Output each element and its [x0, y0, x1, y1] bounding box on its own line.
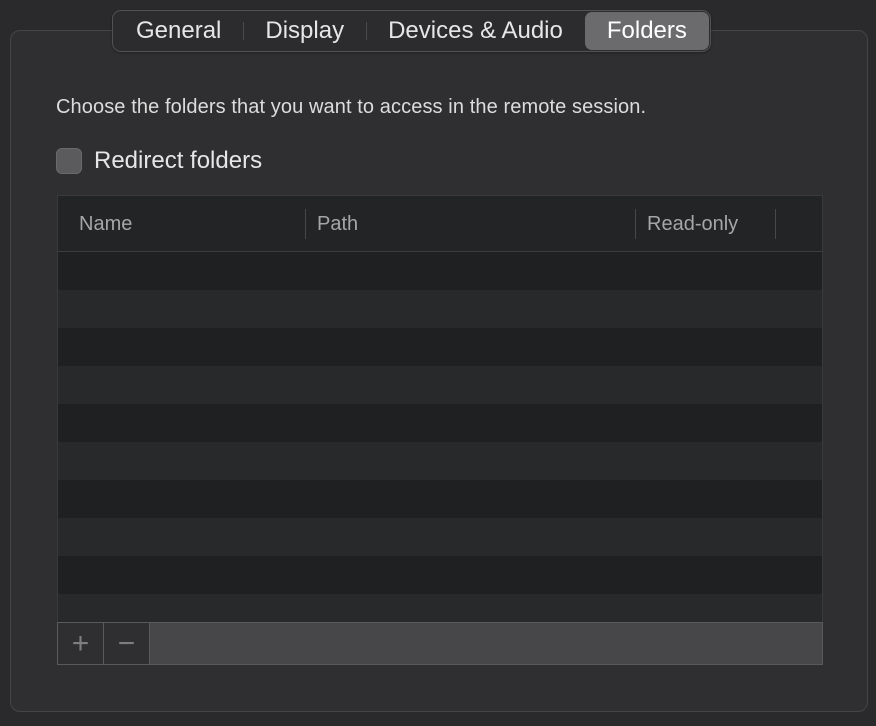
table-row[interactable]: [58, 556, 822, 594]
column-divider[interactable]: [775, 209, 776, 239]
redirect-folders-label[interactable]: Redirect folders: [94, 147, 262, 175]
tab-general[interactable]: General: [114, 12, 243, 50]
table-row[interactable]: [58, 518, 822, 556]
tab-bar: General Display Devices & Audio Folders: [112, 10, 711, 52]
folders-description: Choose the folders that you want to acce…: [56, 96, 647, 118]
table-row[interactable]: [58, 404, 822, 442]
table-row[interactable]: [58, 480, 822, 518]
redirect-folders-checkbox[interactable]: [56, 148, 82, 174]
tab-devices-audio[interactable]: Devices & Audio: [366, 12, 585, 50]
table-footer-bar: + −: [57, 622, 823, 665]
table-rows: [58, 252, 822, 622]
footer-spacer: [150, 623, 822, 664]
column-header-read-only[interactable]: Read-only: [647, 196, 738, 252]
table-header: Name Path Read-only: [58, 196, 822, 252]
folders-table: Name Path Read-only: [57, 195, 823, 623]
table-row[interactable]: [58, 442, 822, 480]
table-row[interactable]: [58, 366, 822, 404]
column-divider[interactable]: [305, 209, 306, 239]
remove-folder-button[interactable]: −: [104, 623, 150, 664]
redirect-folders-option[interactable]: Redirect folders: [56, 147, 262, 175]
table-row[interactable]: [58, 594, 822, 622]
table-row[interactable]: [58, 328, 822, 366]
column-divider[interactable]: [635, 209, 636, 239]
table-row[interactable]: [58, 290, 822, 328]
add-folder-button[interactable]: +: [58, 623, 104, 664]
table-row[interactable]: [58, 252, 822, 290]
column-header-name[interactable]: Name: [79, 196, 132, 252]
column-header-path[interactable]: Path: [317, 196, 358, 252]
plus-icon: +: [71, 626, 90, 660]
tab-folders[interactable]: Folders: [584, 12, 709, 50]
tab-display[interactable]: Display: [243, 12, 366, 50]
minus-icon: −: [117, 626, 136, 660]
preferences-window: General Display Devices & Audio Folders …: [0, 0, 876, 726]
